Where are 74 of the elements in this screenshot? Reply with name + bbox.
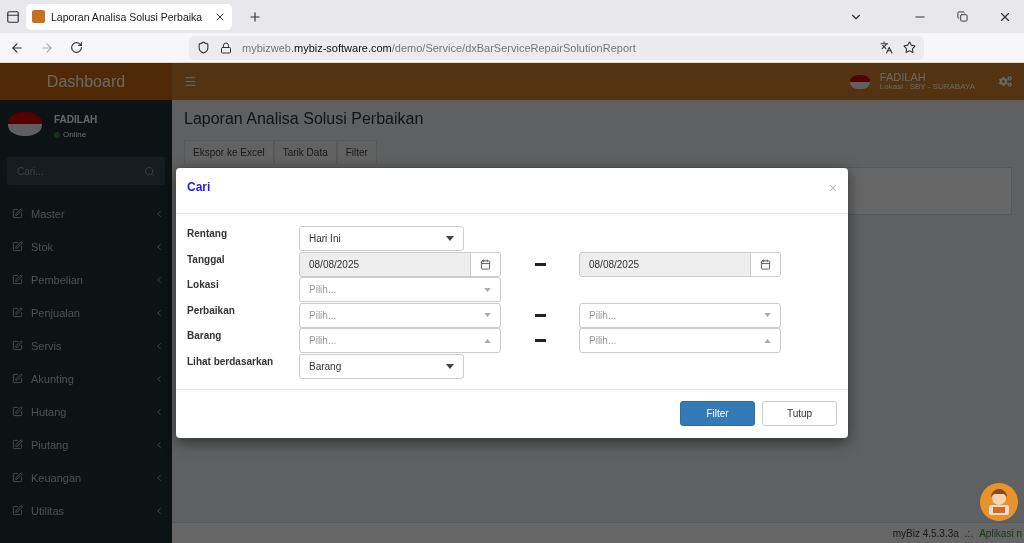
tab-title: Laporan Analisa Solusi Perbaika [51, 10, 203, 23]
new-tab-icon[interactable] [248, 9, 263, 24]
dropdown-field[interactable]: Hari Ini [299, 226, 464, 251]
favicon-icon [32, 10, 45, 23]
edit-icon [12, 274, 23, 285]
edit-icon [12, 472, 23, 483]
field-label: Lokasi [187, 278, 220, 290]
edit-icon [12, 373, 23, 384]
select-field[interactable]: Pilih... [579, 302, 781, 328]
range-dash [534, 262, 546, 266]
edit-icon [12, 406, 23, 417]
filter-button[interactable]: Filter [680, 400, 755, 426]
tab-list-icon[interactable] [6, 9, 20, 24]
chevron-left-icon [154, 472, 164, 483]
page-title: Laporan Analisa Solusi Perbaikan [184, 110, 425, 128]
toolbar-button[interactable]: Tarik Data [273, 140, 337, 165]
star-icon[interactable] [903, 41, 916, 54]
reload-icon[interactable] [70, 41, 83, 54]
field-label: Perbaikan [187, 303, 236, 316]
flag-icon [849, 74, 870, 89]
chevron-left-icon [154, 307, 164, 318]
user-name: FADILAH [879, 71, 927, 84]
restore-icon[interactable] [957, 11, 968, 22]
chevron-left-icon [154, 406, 164, 417]
edit-icon [12, 505, 23, 516]
field-label: Tanggal [187, 252, 226, 265]
field-label: Rentang [187, 227, 228, 239]
assistant-icon[interactable] [980, 483, 1018, 521]
edit-icon [12, 241, 23, 252]
edit-icon [12, 439, 23, 450]
select-field[interactable]: Pilih... [299, 328, 501, 353]
chevron-left-icon [154, 274, 164, 285]
field-label: Barang [187, 329, 223, 341]
caret-icon [446, 363, 454, 369]
dropdown-field[interactable]: Barang [299, 353, 464, 379]
chevron-left-icon [154, 373, 164, 384]
brand-title[interactable]: Dashboard [0, 63, 172, 100]
chevron-left-icon [154, 505, 164, 516]
translate-icon[interactable] [880, 41, 893, 54]
edit-icon [12, 340, 23, 351]
toolbar-button[interactable]: Ekspor ke Excel [184, 140, 274, 165]
status-text: Online [54, 131, 98, 140]
close-button[interactable]: × [828, 180, 837, 196]
chevron-left-icon [154, 439, 164, 450]
calendar-icon[interactable] [750, 252, 780, 276]
chevron-left-icon [154, 208, 164, 219]
browser-tab[interactable]: Laporan Analisa Solusi Perbaika [26, 3, 233, 30]
edit-icon [12, 208, 23, 219]
user-name: FADILAH [54, 114, 98, 125]
field-label: Lihat berdasarkan [187, 354, 275, 367]
version-text: myBiz 4.5.3.3a [892, 527, 959, 539]
separator-text: .:. [964, 527, 974, 539]
back-icon[interactable] [10, 40, 24, 55]
close-button[interactable]: Tutup [762, 400, 837, 426]
calendar-icon[interactable] [470, 252, 500, 276]
select-field[interactable]: Pilih... [299, 302, 501, 328]
select-field[interactable]: Pilih... [299, 277, 501, 302]
address-bar[interactable]: mybizweb.mybiz-software.com/demo/Service/dxBarServiceRepairSolutionReport [189, 35, 924, 60]
select-field[interactable]: Pilih... [579, 328, 781, 353]
flag-icon [8, 112, 42, 136]
chevron-left-icon [154, 340, 164, 351]
date-field[interactable]: 08/08/2025 [579, 251, 781, 277]
footer-note: Aplikasi n [979, 527, 1022, 539]
range-dash [534, 339, 546, 342]
dialog-title: Cari [187, 180, 211, 196]
edit-icon [12, 307, 23, 318]
caret-icon [446, 236, 454, 241]
lock-icon [220, 41, 232, 54]
date-field[interactable]: 08/08/2025 [299, 251, 501, 277]
shield-icon[interactable] [197, 41, 210, 54]
toolbar-button[interactable]: Filter [336, 140, 377, 165]
range-dash [534, 313, 546, 317]
chevron-left-icon [154, 241, 164, 252]
user-location: Lokasi : SBY - SURABAYA [879, 83, 975, 92]
